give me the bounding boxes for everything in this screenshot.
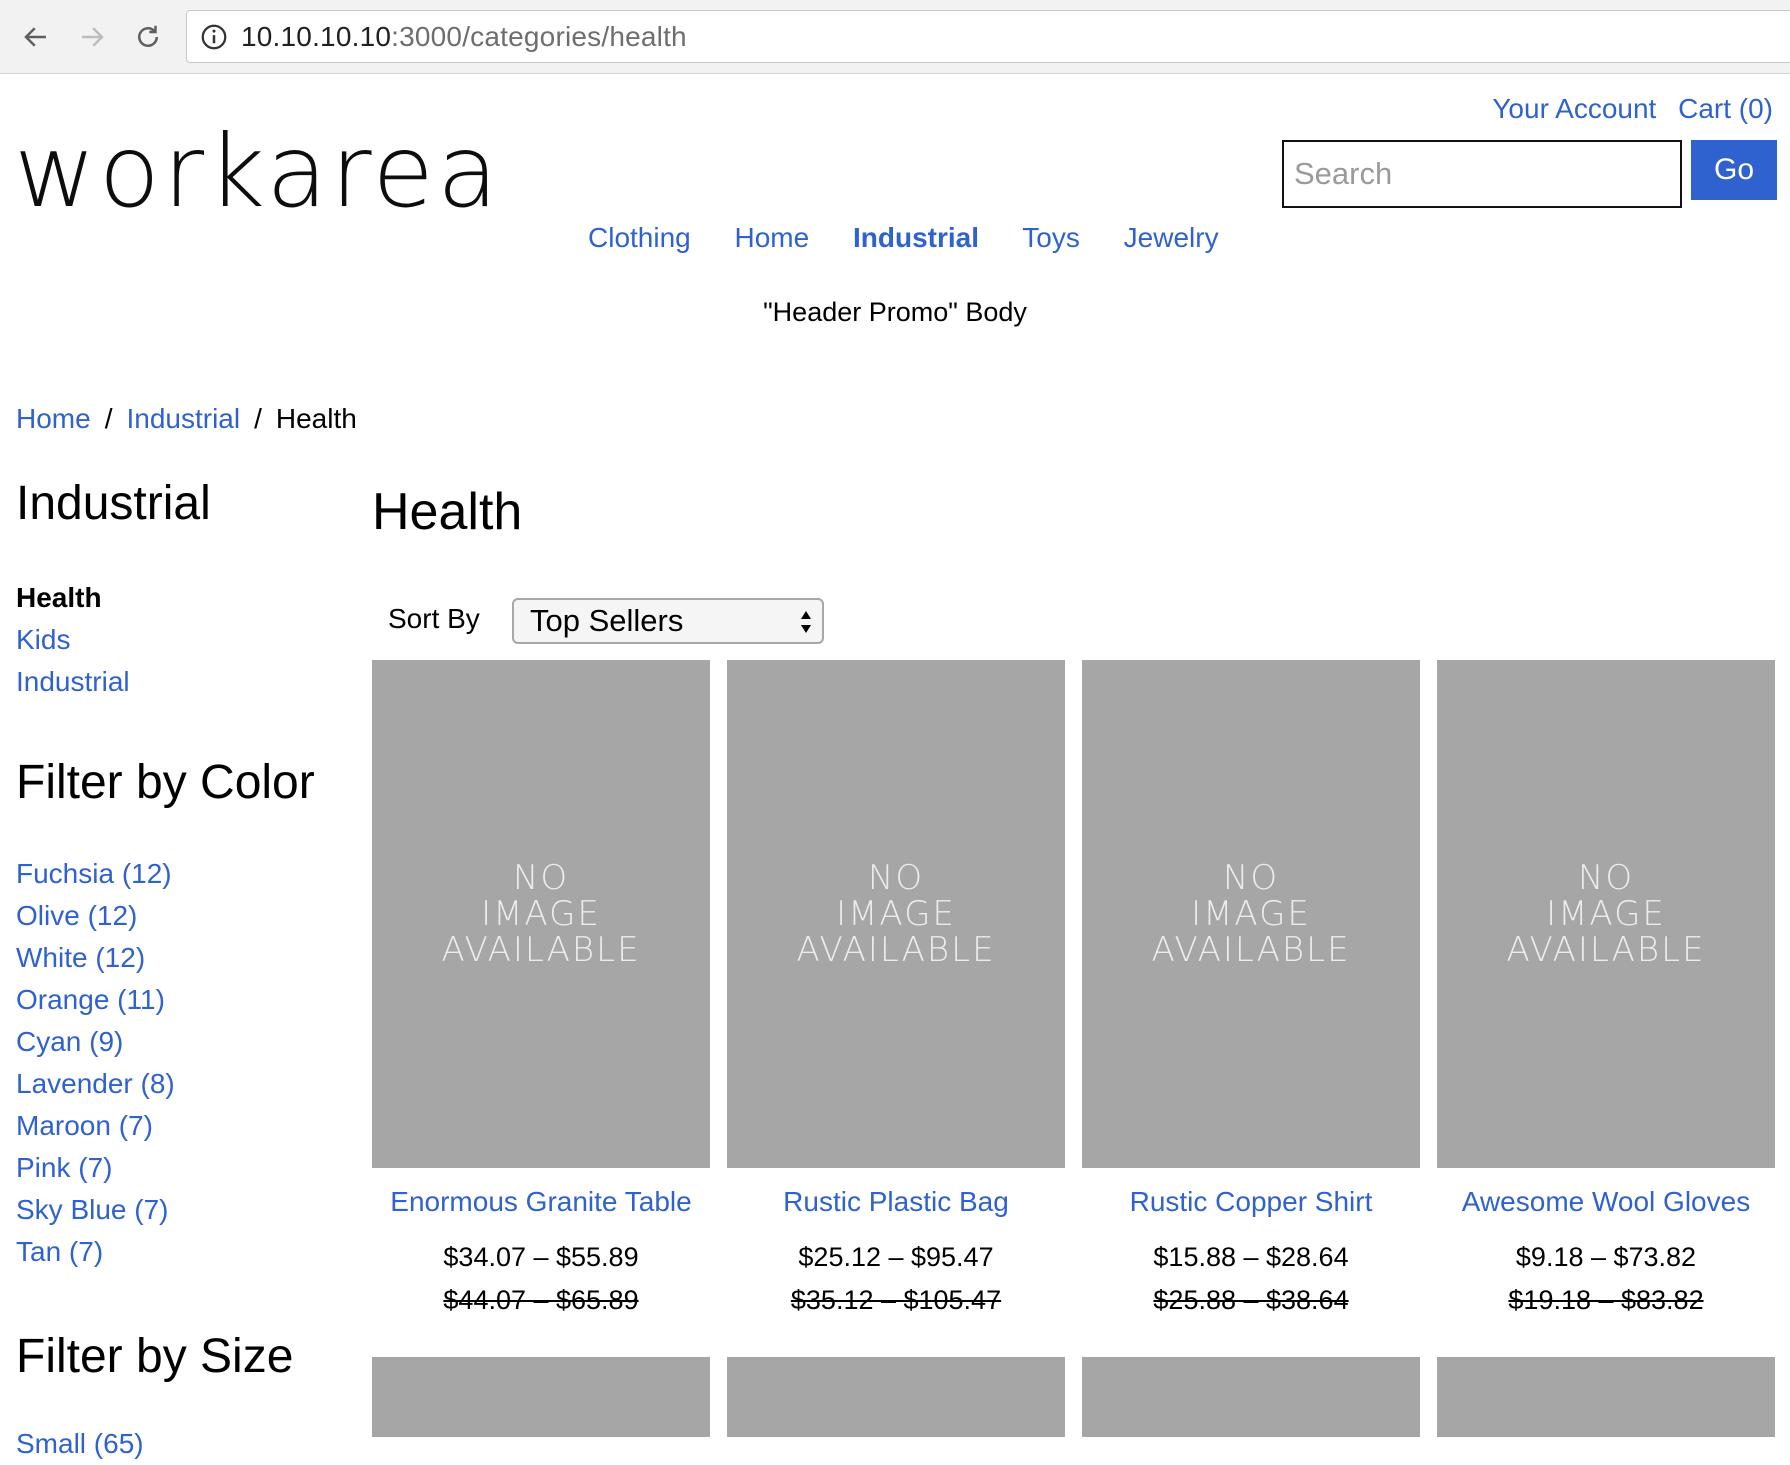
size-filter-small[interactable]: Small (65) [16, 1428, 144, 1459]
color-filter-list: Fuchsia (12) Olive (12) White (12) Orang… [16, 853, 346, 1273]
browser-toolbar: 10.10.10.10:3000/categories/health [0, 0, 1790, 74]
color-filter-fuchsia[interactable]: Fuchsia (12) [16, 858, 172, 889]
info-icon[interactable] [199, 22, 229, 52]
product-name-link[interactable]: Rustic Copper Shirt [1082, 1186, 1420, 1218]
nav-industrial[interactable]: Industrial [853, 222, 979, 253]
product-price: $9.18 – $73.82 [1515, 1242, 1697, 1272]
search-input[interactable] [1282, 140, 1682, 208]
sidebar: Industrial Health Kids Industrial Filter… [16, 480, 346, 1465]
product-image-placeholder[interactable] [1437, 1357, 1775, 1437]
color-filter-orange[interactable]: Orange (11) [16, 984, 165, 1015]
breadcrumb-separator: / [104, 403, 113, 434]
product-name-link[interactable]: Rustic Plastic Bag [727, 1186, 1065, 1218]
product-name-link[interactable]: Awesome Wool Gloves [1437, 1186, 1775, 1218]
product-image-placeholder[interactable]: NO IMAGE AVAILABLE [1437, 660, 1775, 1168]
color-filter-cyan[interactable]: Cyan (9) [16, 1026, 123, 1057]
nav-clothing[interactable]: Clothing [588, 222, 691, 253]
workarea-logo[interactable]: workarea [14, 122, 501, 222]
product-price: $25.12 – $95.47 [798, 1242, 994, 1272]
category-item-kids[interactable]: Kids [16, 624, 70, 655]
product-card: NO IMAGE AVAILABLE Rustic Copper Shirt $… [1082, 660, 1420, 1316]
product-card: NO IMAGE AVAILABLE Rustic Plastic Bag $2… [727, 660, 1065, 1316]
reload-icon[interactable] [128, 17, 168, 57]
product-card: NO IMAGE AVAILABLE Awesome Wool Gloves $… [1437, 660, 1775, 1316]
product-price: $15.88 – $28.64 [1153, 1242, 1349, 1272]
cart-link[interactable]: Cart (0) [1678, 93, 1773, 124]
product-image-placeholder[interactable]: NO IMAGE AVAILABLE [1082, 660, 1420, 1168]
product-card: NO IMAGE AVAILABLE Enormous Granite Tabl… [372, 660, 710, 1316]
breadcrumb: Home / Industrial / Health [16, 403, 357, 435]
url-text: 10.10.10.10:3000/categories/health [241, 20, 687, 52]
nav-jewelry[interactable]: Jewelry [1124, 222, 1219, 253]
page-title: Health [372, 483, 523, 541]
color-filter-heading: Filter by Color [16, 756, 315, 809]
header-promo: "Header Promo" Body [763, 297, 1027, 327]
no-image-text: NO IMAGE AVAILABLE [1506, 858, 1706, 970]
nav-toys[interactable]: Toys [1022, 222, 1080, 253]
size-filter-heading: Filter by Size [16, 1330, 294, 1383]
product-original-price: $44.07 – $65.89 [443, 1285, 639, 1315]
search-go-button[interactable]: Go [1691, 140, 1777, 200]
forward-icon[interactable] [72, 17, 112, 57]
breadcrumb-separator: / [254, 403, 262, 434]
breadcrumb-industrial[interactable]: Industrial [126, 403, 240, 434]
product-original-price: $25.88 – $38.64 [1153, 1285, 1349, 1315]
primary-nav: Clothing Home Industrial Toys Jewelry [588, 222, 1255, 254]
sort-by-label: Sort By [388, 603, 480, 634]
no-image-text: NO IMAGE AVAILABLE [1151, 858, 1351, 970]
size-filter-list: Small (65) [16, 1423, 346, 1465]
category-item-health: Health [16, 582, 102, 613]
category-item-industrial[interactable]: Industrial [16, 666, 130, 697]
product-image-placeholder[interactable] [1082, 1357, 1420, 1437]
color-filter-sky-blue[interactable]: Sky Blue (7) [16, 1194, 169, 1225]
color-filter-white[interactable]: White (12) [16, 942, 145, 973]
breadcrumb-home[interactable]: Home [16, 403, 91, 434]
account-links: Your Account Cart (0) [1478, 93, 1773, 125]
product-image-placeholder[interactable]: NO IMAGE AVAILABLE [727, 660, 1065, 1168]
category-heading: Industrial [16, 477, 211, 530]
no-image-text: NO IMAGE AVAILABLE [441, 858, 641, 970]
product-image-placeholder[interactable]: NO IMAGE AVAILABLE [372, 660, 710, 1168]
color-filter-tan[interactable]: Tan (7) [16, 1236, 103, 1267]
product-name-link[interactable]: Enormous Granite Table [372, 1186, 710, 1218]
product-image-placeholder[interactable] [727, 1357, 1065, 1437]
color-filter-pink[interactable]: Pink (7) [16, 1152, 112, 1183]
product-original-price: $35.12 – $105.47 [790, 1285, 1002, 1315]
color-filter-maroon[interactable]: Maroon (7) [16, 1110, 153, 1141]
nav-home[interactable]: Home [735, 222, 810, 253]
no-image-text: NO IMAGE AVAILABLE [796, 858, 996, 970]
product-original-price: $19.18 – $83.82 [1508, 1285, 1704, 1315]
category-list: Health Kids Industrial [16, 577, 346, 703]
address-bar[interactable]: 10.10.10.10:3000/categories/health [186, 10, 1790, 63]
product-image-placeholder[interactable] [372, 1357, 710, 1437]
breadcrumb-current: Health [275, 403, 357, 434]
back-icon[interactable] [16, 17, 56, 57]
product-price: $34.07 – $55.89 [443, 1242, 639, 1272]
sort-select-value: Top Sellers [530, 603, 684, 638]
your-account-link[interactable]: Your Account [1492, 93, 1656, 124]
color-filter-lavender[interactable]: Lavender (8) [16, 1068, 175, 1099]
select-arrows-icon [801, 611, 811, 633]
color-filter-olive[interactable]: Olive (12) [16, 900, 137, 931]
sort-select[interactable]: Top Sellers [512, 598, 824, 644]
